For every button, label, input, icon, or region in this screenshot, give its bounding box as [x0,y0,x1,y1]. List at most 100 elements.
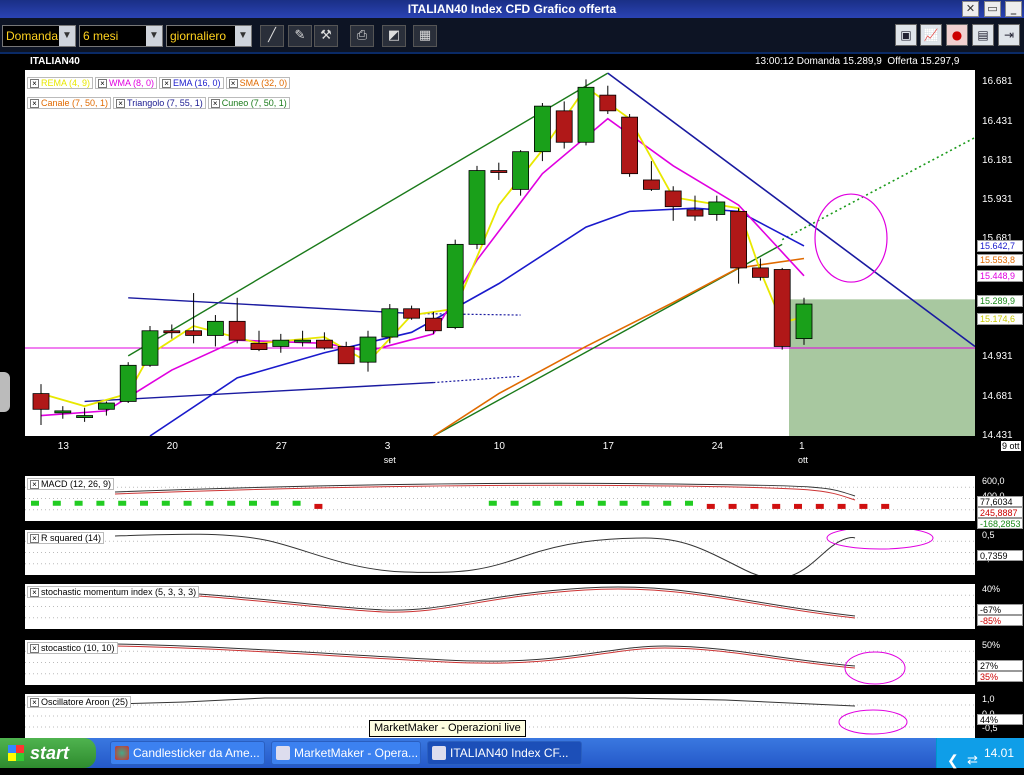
wma-line [40,117,805,417]
indicator-pane[interactable]: × stocastico (10, 10) [25,640,975,685]
indicator-legend-1[interactable]: × WMA (8, 0) [95,77,158,89]
start-button[interactable]: start [0,738,96,768]
macd-bar [183,500,192,506]
legend-label: REMA (4, 9) [41,78,91,88]
chevron-down-icon[interactable]: ▼ [146,26,162,46]
remove-icon[interactable]: × [116,99,126,108]
tooltip: MarketMaker - Operazioni live [369,720,526,737]
indicator-legend[interactable]: × MACD (12, 26, 9) [27,478,115,490]
indicator-pane[interactable]: × R squared (14) [25,530,975,575]
print-icon[interactable]: ⎙ [350,25,374,47]
macd-bar [576,500,584,506]
task-marketmaker[interactable]: MarketMaker - Opera... [271,741,421,765]
macd-bar [510,500,519,506]
indicator-legend[interactable]: × stochastic momentum index (5, 3, 3, 3) [27,586,200,598]
legend-label: WMA (8, 0) [109,78,155,88]
date-tick: 10 [493,441,505,452]
indicator-value: 245,8887 [977,507,1023,518]
price-pane[interactable]: × REMA (4, 9) × WMA (8, 0) × EMA (16, 0) × SMA … [25,70,975,436]
task-candlesticker[interactable]: Candlesticker da Ame... [110,741,265,765]
tray-chevron-icon[interactable]: ❮ [947,745,959,775]
quote-time: 13:00:12 [755,56,794,67]
layout-icon[interactable]: ▣ [895,24,917,46]
remove-icon[interactable]: × [30,698,39,707]
chevron-down-icon[interactable]: ▼ [235,26,251,46]
marketmaker-icon [276,746,290,760]
minimize-icon[interactable]: _ [1005,1,1022,17]
rsquared-line [114,533,856,575]
shaded-zone [789,299,975,436]
indicator-legend[interactable]: × R squared (14) [27,532,105,544]
remove-icon[interactable]: × [30,644,39,653]
indicator-chart [25,482,975,511]
indicator-chart [25,643,975,685]
document-icon[interactable]: ▤ [972,24,994,46]
date-tick: 27 [275,441,287,452]
indicator-name: MACD (12, 26, 9) [41,479,112,489]
remove-icon[interactable]: × [30,534,39,543]
restore-icon[interactable]: ▭ [984,1,1001,17]
grid-icon[interactable]: ▦ [413,25,437,47]
indicator-legend-2[interactable]: × EMA (16, 0) [159,77,224,89]
tools-icon[interactable]: ⚒ [314,25,338,47]
legend-label: SMA (32, 0) [239,78,288,88]
chart-toolbar: Domanda ▼ 6 mesi ▼ giornaliero ▼ ╱ ✎ ⚒ ⎙ ◩ … [0,18,1024,54]
macd-bar [532,500,541,506]
ask-value: 15.297,9 [920,56,960,67]
drawing-legend-2[interactable]: × Cuneo (7, 50, 1) [207,97,290,109]
candle-body [424,317,442,332]
close-icon[interactable]: ✕ [962,1,979,17]
macd-bar [488,500,497,506]
macd-bar [750,503,759,509]
chart-type-icon[interactable]: ◩ [382,25,406,47]
indicator-legend-0[interactable]: × REMA (4, 9) [27,77,94,89]
remove-icon[interactable]: × [30,99,39,108]
pin-icon[interactable]: ✎ [288,25,312,47]
remove-icon[interactable]: × [30,588,39,597]
candle-body [686,209,704,217]
indicator-legend-3[interactable]: × SMA (32, 0) [225,77,291,89]
price-label: 15.289,9 [977,294,1023,307]
draw-line-icon[interactable]: ╱ [260,25,284,47]
interval-select[interactable]: giornaliero ▼ [166,25,252,47]
candle-body [163,330,181,334]
indicator-legend[interactable]: × Oscillatore Aroon (25) [27,696,132,708]
task-italian40[interactable]: ITALIAN40 Index CF... [427,741,582,765]
indicator-pane[interactable]: × stochastic momentum index (5, 3, 3, 3) [25,584,975,629]
remove-icon[interactable]: × [228,79,238,88]
candle-body [119,364,137,402]
remove-icon[interactable]: × [210,99,220,108]
date-tick: 17 [602,441,614,452]
macd-bar [837,503,846,509]
candle-body [468,170,486,245]
remove-icon[interactable]: × [30,79,39,88]
remove-icon[interactable]: × [162,79,172,88]
drawing-legend-0[interactable]: × Canale (7, 50, 1) [27,97,112,109]
indicator-tick: 50% [982,640,1001,650]
chart-icon[interactable]: 📈 [920,24,942,46]
remove-icon[interactable]: × [98,79,108,88]
indicator-legend[interactable]: × stocastico (10, 10) [27,642,118,654]
alert-icon[interactable]: ● [946,24,968,46]
candle-body [512,151,530,190]
macd-bar [685,500,693,506]
candle-body [533,105,551,153]
chevron-down-icon[interactable]: ▼ [59,26,75,46]
candle-body [555,110,573,143]
candle-body [206,320,224,336]
candle-body [294,339,312,343]
network-icon: ⇄ [967,752,978,767]
side-handle[interactable] [0,372,10,412]
drawing-legend-1[interactable]: × Triangolo (7, 55, 1) [113,97,206,109]
period-select[interactable]: 6 mesi ▼ [79,25,163,47]
remove-icon[interactable]: × [30,480,39,489]
candle-body [76,415,93,418]
indicator-value: 44% [977,714,1023,725]
indicator-tick: 1,0 [982,694,995,704]
export-icon[interactable]: ⇥ [998,24,1020,46]
macd-bar [96,500,105,506]
indicator-value: 35% [977,671,1023,682]
macd-bar [74,500,83,506]
indicator-pane[interactable]: × MACD (12, 26, 9) [25,476,975,521]
price-type-select[interactable]: Domanda ▼ [2,25,76,47]
